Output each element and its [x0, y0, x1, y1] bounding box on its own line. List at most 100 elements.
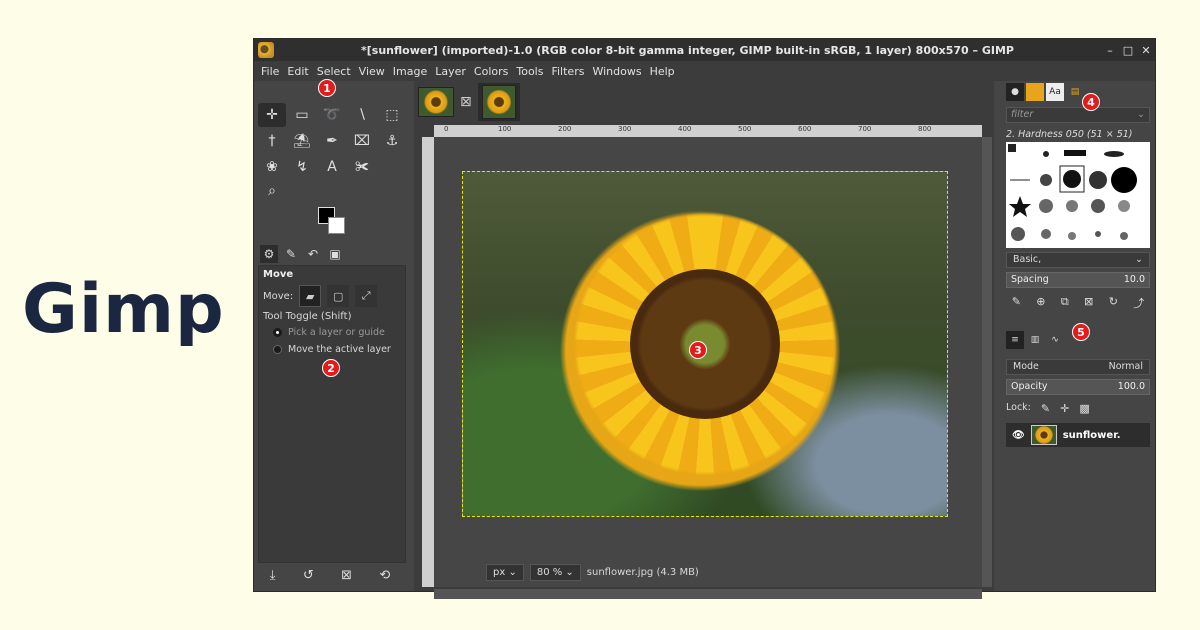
ruler-label: 100 [498, 125, 512, 133]
move-layer-mode-icon[interactable]: ▰ [299, 285, 322, 307]
layers-tab-icon[interactable]: ≡ [1006, 331, 1024, 349]
document-history-tab-icon[interactable]: ▤ [1066, 83, 1084, 101]
opacity-spinner[interactable]: Opacity 100.0 [1006, 379, 1150, 395]
brush-preset-select[interactable]: Basic, ⌄ [1006, 252, 1150, 268]
status-text: sunflower.jpg (4.3 MB) [586, 566, 699, 578]
menu-windows[interactable]: Windows [588, 65, 645, 78]
menu-select[interactable]: Select [313, 65, 355, 78]
image-thumbnail[interactable] [418, 87, 454, 117]
radio-dot-icon[interactable] [273, 345, 282, 354]
refresh-brushes-icon[interactable]: ↻ [1109, 295, 1118, 311]
ruler-label: 500 [738, 125, 752, 133]
new-brush-icon[interactable]: ⊕ [1036, 295, 1045, 311]
spacing-value: 10.0 [1123, 274, 1145, 285]
badge-3: 3 [689, 341, 707, 359]
brush-filter-input[interactable]: filter ⌄ [1006, 107, 1150, 123]
device-status-tab-icon[interactable]: ✎ [282, 245, 300, 263]
restore-options-icon[interactable]: ↺ [303, 568, 314, 583]
lock-pixels-icon[interactable]: ✎ [1041, 402, 1050, 415]
maximize-button[interactable]: □ [1119, 44, 1137, 57]
delete-brush-icon[interactable]: ⊠ [1084, 295, 1093, 311]
patterns-tab-icon[interactable] [1026, 83, 1044, 101]
unit-select[interactable]: px ⌄ [486, 563, 524, 581]
ruler-label: 700 [858, 125, 872, 133]
lock-alpha-icon[interactable]: ▩ [1079, 402, 1089, 415]
layer-row[interactable]: 👁 sunflower. [1006, 423, 1150, 447]
brush-grid[interactable] [1006, 142, 1150, 248]
delete-options-icon[interactable]: ⊠ [341, 568, 352, 583]
fuzzy-select-icon[interactable]: ∖ [348, 103, 376, 127]
menu-file[interactable]: File [257, 65, 283, 78]
close-button[interactable]: ✕ [1137, 44, 1155, 57]
badge-2: 2 [322, 359, 340, 377]
rect-select-icon[interactable]: ▭ [288, 103, 316, 127]
path-icon[interactable]: ↯ [288, 155, 316, 179]
open-as-image-icon[interactable]: ⤴ [1133, 295, 1144, 311]
background-color[interactable] [328, 217, 345, 234]
fonts-tab-icon[interactable]: Aa [1046, 83, 1064, 101]
menu-image[interactable]: Image [389, 65, 431, 78]
fg-bg-colors[interactable] [318, 207, 352, 239]
ruler-label: 200 [558, 125, 572, 133]
images-tab-icon[interactable]: ▣ [326, 245, 344, 263]
lock-position-icon[interactable]: ✛ [1060, 402, 1069, 415]
save-options-icon[interactable]: ⤓ [270, 568, 276, 583]
menu-view[interactable]: View [355, 65, 389, 78]
tool-options-bottom-icons: ⤓ ↺ ⊠ ⟲ [256, 568, 404, 583]
smudge-icon[interactable]: ❀ [258, 155, 286, 179]
zoom-select[interactable]: 80 % ⌄ [529, 563, 581, 581]
zoom-icon[interactable]: ⌕ [258, 179, 286, 203]
close-tab-icon[interactable]: ⊠ [460, 94, 472, 110]
edit-brush-icon[interactable]: ✎ [1012, 295, 1021, 311]
menu-help[interactable]: Help [646, 65, 679, 78]
color-picker-icon[interactable]: ✀ [348, 155, 376, 179]
layer-mode-select[interactable]: Mode Normal [1006, 359, 1150, 375]
text-icon[interactable]: A [318, 155, 346, 179]
image-tabs: ⊠ [414, 81, 994, 123]
ruler-label: 300 [618, 125, 632, 133]
channels-tab-icon[interactable]: ▥ [1026, 331, 1044, 349]
layer-name: sunflower. [1062, 429, 1121, 441]
brush-icon[interactable]: ✒ [318, 129, 346, 153]
menu-filters[interactable]: Filters [547, 65, 588, 78]
chevron-down-icon: ⌄ [1135, 254, 1143, 265]
lock-row: Lock: ✎ ✛ ▩ [1002, 398, 1154, 419]
bucket-fill-icon[interactable]: ⛱ [288, 129, 316, 153]
clone-icon[interactable]: ⚓ [378, 129, 406, 153]
lasso-icon[interactable]: ➰ [318, 103, 346, 127]
move-path-mode-icon[interactable]: ⤢ [355, 285, 378, 307]
warp-icon[interactable]: † [258, 129, 286, 153]
tool-options-tab-icon[interactable]: ⚙ [260, 245, 278, 263]
radio-move-active-label: Move the active layer [288, 344, 391, 355]
radio-pick-layer[interactable]: Pick a layer or guide [259, 324, 405, 341]
eye-icon[interactable]: 👁 [1012, 430, 1025, 441]
undo-history-tab-icon[interactable]: ↶ [304, 245, 322, 263]
brush-actions: ✎ ⊕ ⧉ ⊠ ↻ ⤴ [1002, 291, 1154, 315]
radio-dot-icon[interactable] [273, 328, 282, 337]
brushes-tab-icon[interactable]: ● [1006, 83, 1024, 101]
menu-colors[interactable]: Colors [470, 65, 512, 78]
minimize-button[interactable]: – [1101, 44, 1119, 57]
menu-tools[interactable]: Tools [512, 65, 547, 78]
brushes-tabs: ● Aa ▤ [1002, 81, 1154, 103]
paths-tab-icon[interactable]: ∿ [1046, 331, 1064, 349]
eraser-icon[interactable]: ⌧ [348, 129, 376, 153]
menu-layer[interactable]: Layer [431, 65, 470, 78]
radio-move-active[interactable]: Move the active layer [259, 341, 405, 358]
duplicate-brush-icon[interactable]: ⧉ [1061, 295, 1069, 311]
status-bar: px ⌄ 80 % ⌄ sunflower.jpg (4.3 MB) [486, 561, 699, 583]
spacing-spinner[interactable]: Spacing 10.0 [1006, 272, 1150, 288]
vertical-scrollbar[interactable] [982, 137, 992, 587]
horizontal-scrollbar[interactable] [434, 589, 982, 599]
move-tool-icon[interactable]: ✛ [258, 103, 286, 127]
crop-icon[interactable]: ⬚ [378, 103, 406, 127]
tool-options-panel: Move Move: ▰ ▢ ⤢ Tool Toggle (Shift) Pic… [258, 265, 406, 563]
canvas-area: ⊠ 0 100 200 300 400 500 600 700 800 px ⌄… [414, 81, 994, 599]
menu-edit[interactable]: Edit [283, 65, 312, 78]
active-image-tab[interactable] [477, 83, 520, 121]
canvas-viewport[interactable] [434, 137, 982, 587]
menu-bar: File Edit Select View Image Layer Colors… [254, 61, 1155, 81]
reset-options-icon[interactable]: ⟲ [379, 568, 390, 583]
move-mode-row: Move: ▰ ▢ ⤢ [259, 283, 405, 309]
move-selection-mode-icon[interactable]: ▢ [327, 285, 350, 307]
